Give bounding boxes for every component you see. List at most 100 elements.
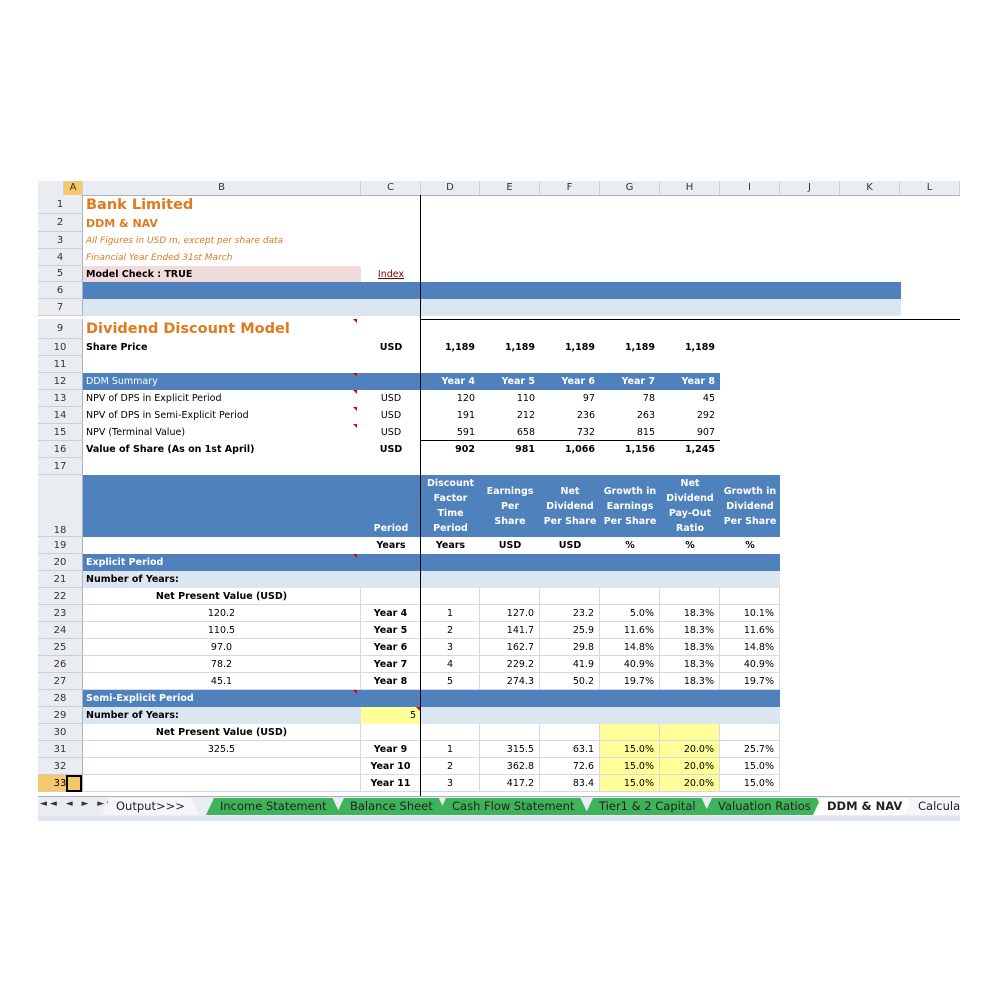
share-price-value[interactable]: 1,189 (480, 339, 540, 356)
row-number[interactable]: 23 (38, 605, 83, 622)
tab-tier1-2-capital[interactable]: Tier1 & 2 Capital (585, 798, 710, 815)
row-number[interactable]: 26 (38, 656, 83, 673)
growth-dps[interactable]: 15.0% (720, 758, 780, 775)
active-cell[interactable] (66, 775, 82, 792)
dps-value[interactable]: 83.4 (540, 775, 600, 792)
eps-value[interactable]: 229.2 (480, 656, 540, 673)
row-number[interactable]: 20 (38, 554, 83, 571)
summary-value[interactable]: 292 (660, 407, 720, 424)
summary-value[interactable]: 78 (600, 390, 660, 407)
spreadsheet[interactable]: A B C D E F G H I J K L 1 Bank Limited 2… (38, 181, 960, 821)
value-share-value[interactable]: 1,066 (540, 441, 600, 458)
summary-value[interactable]: 97 (540, 390, 600, 407)
row-number[interactable]: 13 (38, 390, 83, 407)
column-header-i[interactable]: I (720, 181, 780, 195)
eps-value[interactable]: 315.5 (480, 741, 540, 758)
growth-eps[interactable]: 15.0% (600, 741, 660, 758)
column-header-l[interactable]: L (900, 181, 960, 195)
npv-value[interactable]: 120.2 (83, 605, 361, 622)
summary-value[interactable]: 591 (421, 424, 480, 441)
tab-output[interactable]: Output>>> (102, 798, 199, 815)
growth-eps[interactable]: 14.8% (600, 639, 660, 656)
row-number[interactable]: 15 (38, 424, 83, 441)
growth-dps[interactable]: 11.6% (720, 622, 780, 639)
period-year[interactable]: Year 7 (361, 656, 421, 673)
discount-period[interactable]: 1 (421, 605, 480, 622)
dps-value[interactable]: 72.6 (540, 758, 600, 775)
eps-value[interactable]: 141.7 (480, 622, 540, 639)
row-number[interactable]: 9 (38, 319, 83, 339)
summary-value[interactable]: 732 (540, 424, 600, 441)
row-number[interactable]: 1 (38, 195, 83, 214)
row-number[interactable]: 5 (38, 266, 83, 282)
growth-dps[interactable]: 19.7% (720, 673, 780, 690)
value-share-value[interactable]: 902 (421, 441, 480, 458)
share-price-value[interactable]: 1,189 (600, 339, 660, 356)
value-share-value[interactable]: 1,245 (660, 441, 720, 458)
index-link[interactable]: Index (361, 266, 421, 282)
growth-dps[interactable]: 40.9% (720, 656, 780, 673)
grid-cell[interactable] (540, 588, 600, 605)
grid-cell[interactable] (600, 588, 660, 605)
summary-value[interactable]: 907 (660, 424, 720, 441)
payout-ratio[interactable]: 18.3% (660, 622, 720, 639)
column-header-c[interactable]: C (361, 181, 421, 195)
summary-value[interactable]: 658 (480, 424, 540, 441)
tab-balance-sheet[interactable]: Balance Sheet (336, 798, 447, 815)
row-number[interactable]: 28 (38, 690, 83, 707)
tab-income-statement[interactable]: Income Statement (206, 798, 341, 815)
npv-value[interactable] (83, 775, 361, 792)
tab-calcula[interactable]: Calcula (904, 798, 960, 815)
grid-cell[interactable] (660, 588, 720, 605)
row-number[interactable]: 19 (38, 537, 83, 554)
period-year[interactable]: Year 5 (361, 622, 421, 639)
grid-cell[interactable] (720, 724, 780, 741)
payout-ratio[interactable]: 20.0% (660, 741, 720, 758)
growth-dps[interactable]: 15.0% (720, 775, 780, 792)
summary-value[interactable]: 236 (540, 407, 600, 424)
row-number[interactable]: 10 (38, 339, 83, 356)
dps-value[interactable]: 41.9 (540, 656, 600, 673)
row-number[interactable]: 30 (38, 724, 83, 741)
grid-cell[interactable] (600, 724, 660, 741)
npv-value[interactable] (83, 758, 361, 775)
grid-cell[interactable] (480, 588, 540, 605)
column-header-f[interactable]: F (540, 181, 600, 195)
row-number[interactable]: 29 (38, 707, 83, 724)
share-price-value[interactable]: 1,189 (660, 339, 720, 356)
row-number[interactable]: 7 (38, 299, 83, 316)
eps-value[interactable]: 362.8 (480, 758, 540, 775)
row-number[interactable]: 6 (38, 282, 83, 299)
grid-cell[interactable] (361, 724, 421, 741)
row-number[interactable]: 17 (38, 458, 83, 475)
dps-value[interactable]: 50.2 (540, 673, 600, 690)
growth-dps[interactable]: 10.1% (720, 605, 780, 622)
row-number[interactable]: 14 (38, 407, 83, 424)
select-all-corner[interactable] (38, 181, 64, 195)
period-year[interactable]: Year 11 (361, 775, 421, 792)
column-header-g[interactable]: G (600, 181, 660, 195)
eps-value[interactable]: 127.0 (480, 605, 540, 622)
npv-value[interactable]: 325.5 (83, 741, 361, 758)
value-share-value[interactable]: 981 (480, 441, 540, 458)
grid-cell[interactable] (421, 724, 480, 741)
row-number[interactable]: 22 (38, 588, 83, 605)
summary-value[interactable]: 110 (480, 390, 540, 407)
row-number[interactable]: 2 (38, 214, 83, 232)
column-header-k[interactable]: K (840, 181, 900, 195)
grid-cell[interactable] (480, 724, 540, 741)
value-share-value[interactable]: 1,156 (600, 441, 660, 458)
period-year[interactable]: Year 10 (361, 758, 421, 775)
row-number[interactable]: 12 (38, 373, 83, 390)
npv-value[interactable]: 78.2 (83, 656, 361, 673)
period-year[interactable]: Year 4 (361, 605, 421, 622)
grid-cell[interactable] (540, 724, 600, 741)
column-header-b[interactable]: B (83, 181, 361, 195)
row-number[interactable]: 21 (38, 571, 83, 588)
dps-value[interactable]: 25.9 (540, 622, 600, 639)
summary-value[interactable]: 191 (421, 407, 480, 424)
growth-dps[interactable]: 25.7% (720, 741, 780, 758)
row-number[interactable]: 31 (38, 741, 83, 758)
share-price-value[interactable]: 1,189 (540, 339, 600, 356)
grid-cell[interactable] (720, 588, 780, 605)
